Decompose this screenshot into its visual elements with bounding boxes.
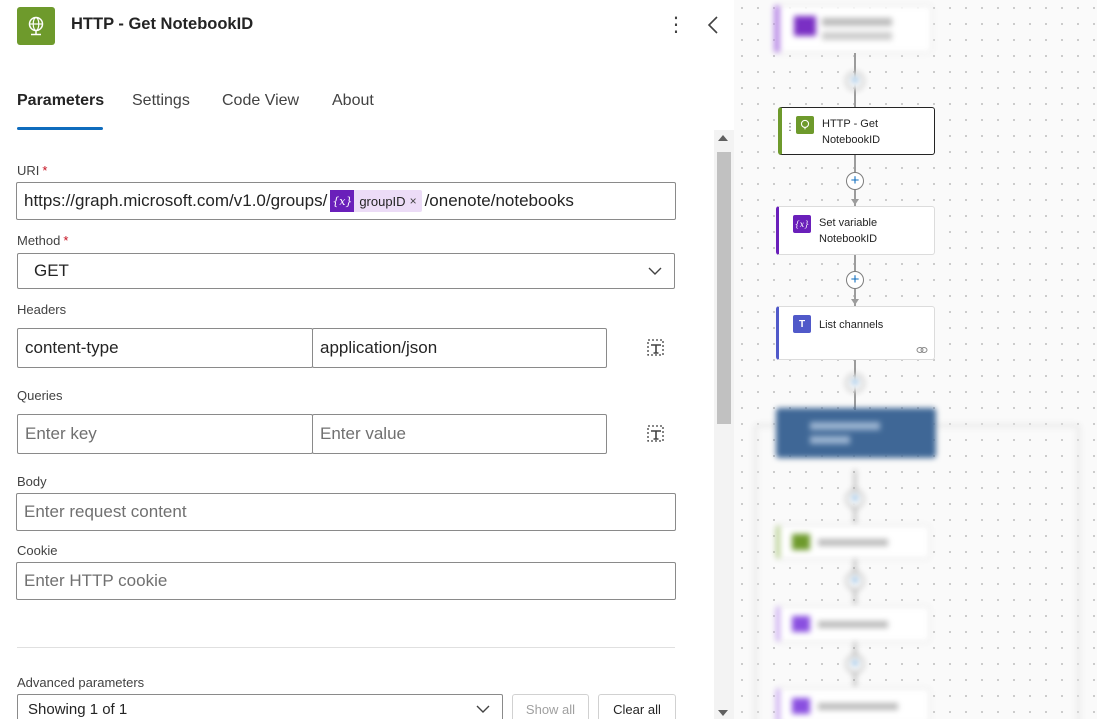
add-step-button[interactable]: + xyxy=(846,374,864,392)
flow-card-hidden[interactable] xyxy=(774,5,932,53)
uri-prefix-text: https://graph.microsoft.com/v1.0/groups/ xyxy=(24,191,328,210)
delete-query-icon[interactable] xyxy=(645,423,667,445)
query-key-input[interactable]: Enter key xyxy=(17,414,313,454)
http-action-icon xyxy=(17,7,55,45)
panel-title: HTTP - Get NotebookID xyxy=(71,15,254,33)
chevron-down-icon xyxy=(476,705,490,713)
variable-icon: {x} xyxy=(793,215,811,233)
flow-card-hidden-variable-2[interactable] xyxy=(776,688,930,719)
flow-designer-canvas[interactable]: + ⋮ HTTP - Get NotebookID + {x} Set varia… xyxy=(734,0,1097,719)
tab-about[interactable]: About xyxy=(332,92,374,110)
tab-parameters[interactable]: Parameters xyxy=(17,92,104,110)
link-icon xyxy=(916,347,928,353)
tab-settings[interactable]: Settings xyxy=(132,92,190,110)
list-channels-card-label: List channels xyxy=(819,319,884,331)
variable-icon: {x} xyxy=(330,190,355,212)
chevron-left-icon xyxy=(707,16,718,34)
divider xyxy=(17,647,675,648)
header-key-input[interactable]: content-type xyxy=(17,328,313,368)
headers-label: Headers xyxy=(17,302,67,317)
header-value-input[interactable]: application/json xyxy=(312,328,607,368)
scroll-down-arrow[interactable] xyxy=(718,710,728,716)
uri-input[interactable]: https://graph.microsoft.com/v1.0/groups/… xyxy=(16,182,676,220)
scroll-up-arrow[interactable] xyxy=(718,135,728,141)
clear-all-button[interactable]: Clear all xyxy=(598,694,676,719)
method-dropdown[interactable]: GET xyxy=(17,253,675,289)
query-value-input[interactable]: Enter value xyxy=(312,414,607,454)
cookie-input[interactable]: Enter HTTP cookie xyxy=(16,562,676,600)
queries-label: Queries xyxy=(17,388,63,403)
flow-card-list-channels[interactable]: T List channels xyxy=(776,306,935,360)
set-variable-card-line2: NotebookID xyxy=(819,233,878,245)
set-variable-card-line1: Set variable xyxy=(819,217,878,229)
add-step-button[interactable]: + xyxy=(846,271,864,289)
uri-label: URI * xyxy=(17,163,48,178)
drag-handle-icon[interactable]: ⋮ xyxy=(785,123,795,133)
flow-card-hidden-scope[interactable] xyxy=(776,408,936,458)
action-details-panel: HTTP - Get NotebookID ⋮ Parameters Setti… xyxy=(0,0,734,719)
delete-header-icon[interactable] xyxy=(645,337,667,359)
groupid-token-label: groupID xyxy=(359,193,406,209)
advanced-parameters-label: Advanced parameters xyxy=(17,675,145,690)
tab-code-view[interactable]: Code View xyxy=(222,92,299,110)
chevron-down-icon xyxy=(648,267,662,275)
active-tab-indicator xyxy=(17,127,103,130)
arrow-down-icon xyxy=(851,199,859,205)
advanced-parameters-dropdown[interactable]: Showing 1 of 1 xyxy=(17,694,503,719)
arrow-down-icon xyxy=(851,299,859,305)
more-options-button[interactable]: ⋮ xyxy=(666,12,686,38)
flow-card-http-get-notebookid[interactable]: ⋮ HTTP - Get NotebookID xyxy=(778,107,935,155)
method-value: GET xyxy=(34,261,69,280)
flow-card-hidden-http[interactable] xyxy=(776,525,930,559)
body-input[interactable]: Enter request content xyxy=(16,493,676,531)
http-icon xyxy=(796,116,814,134)
body-label: Body xyxy=(17,474,47,489)
http-card-line2: NotebookID xyxy=(822,134,881,146)
add-step-button[interactable]: + xyxy=(846,655,864,673)
http-card-line1: HTTP - Get xyxy=(822,118,879,130)
collapse-panel-button[interactable] xyxy=(703,12,723,38)
flow-card-hidden-variable[interactable] xyxy=(776,606,930,642)
scope-container xyxy=(754,424,1080,719)
method-label: Method * xyxy=(17,233,69,248)
show-all-button[interactable]: Show all xyxy=(512,694,589,719)
groupid-token[interactable]: {x} groupID × xyxy=(330,190,422,212)
teams-icon: T xyxy=(793,315,811,333)
flow-card-set-variable[interactable]: {x} Set variable NotebookID xyxy=(776,206,935,255)
add-step-button[interactable]: + xyxy=(846,172,864,190)
add-step-button[interactable]: + xyxy=(846,72,864,90)
scrollbar-thumb[interactable] xyxy=(717,152,731,424)
cookie-label: Cookie xyxy=(17,543,58,558)
add-step-button[interactable]: + xyxy=(846,572,864,590)
uri-suffix-text: /onenote/notebooks xyxy=(424,191,574,210)
remove-token-icon[interactable]: × xyxy=(410,194,422,208)
add-step-button[interactable]: + xyxy=(846,490,864,508)
